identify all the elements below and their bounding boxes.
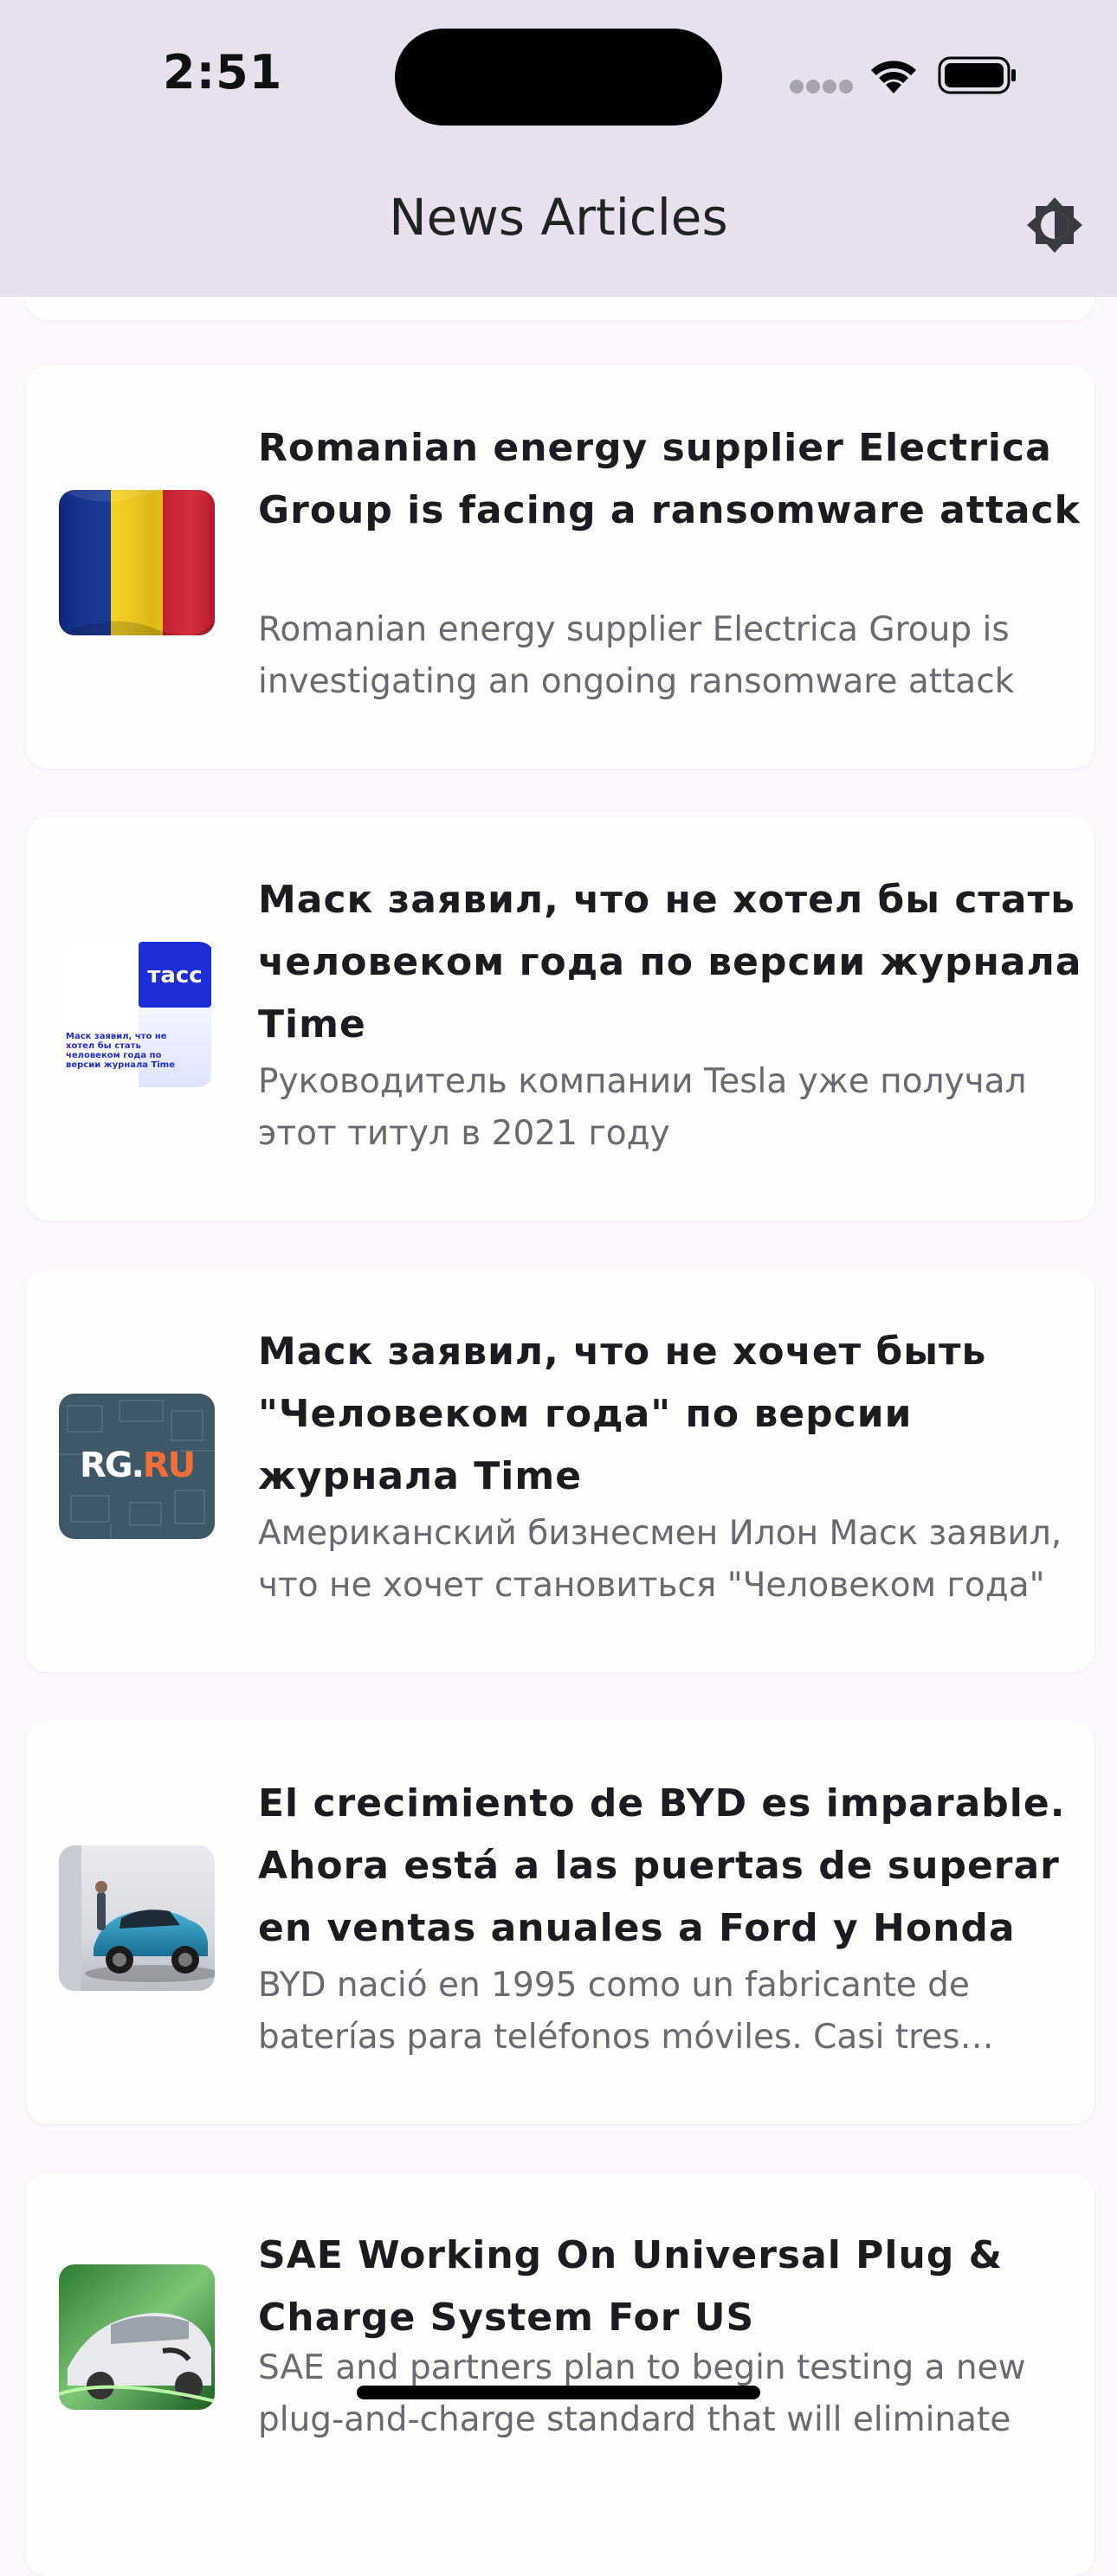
rg-logo-text: RG <box>79 1446 133 1485</box>
article-card[interactable]: SAE Working On Universal Plug & Charge S… <box>26 2173 1094 2576</box>
article-card[interactable]: Romanian energy supplier Electrica Group… <box>26 365 1094 769</box>
article-description: BYD nació en 1995 como un fabricante de … <box>258 1966 970 2057</box>
tass-logo-text: тасс <box>147 963 203 989</box>
cellular-signal-icon <box>790 80 853 93</box>
tass-logo-icon: тасс Маск заявил, что не хотел бы стать … <box>59 942 215 1087</box>
page-title: News Articles <box>389 188 728 247</box>
article-title: Маск заявил, что не хочет быть "Человеко… <box>258 1330 987 1498</box>
article-card[interactable]: RG.RU Маск заявил, что не хочет быть "Че… <box>26 1269 1094 1672</box>
article-description: Руководитель компании Tesla уже получал … <box>258 1062 1027 1153</box>
ev-charging-photo-icon <box>59 2264 215 2410</box>
theme-toggle-button[interactable] <box>1025 196 1084 254</box>
wifi-icon <box>867 54 920 95</box>
app-bar: 2:51 News Articles <box>0 0 1117 297</box>
ru-logo-text: RU <box>142 1446 196 1485</box>
romania-flag-icon <box>59 490 215 635</box>
article-list: Romanian energy supplier Electrica Group… <box>0 0 1117 2576</box>
article-title: SAE Working On Universal Plug & Charge S… <box>258 2233 1004 2340</box>
brightness-icon <box>1027 197 1082 253</box>
dynamic-island <box>395 29 722 126</box>
article-title: Маск заявил, что не хотел бы стать челов… <box>258 878 1082 1046</box>
article-description: Romanian energy supplier Electrica Group… <box>258 610 1015 701</box>
electric-car-photo-icon <box>59 1845 215 1991</box>
rg-ru-logo-icon: RG.RU <box>59 1394 215 1539</box>
status-time: 2:51 <box>163 45 283 100</box>
article-card[interactable]: тасс Маск заявил, что не хотел бы стать … <box>26 817 1094 1220</box>
article-card[interactable]: El crecimiento de BYD es imparable. Ahor… <box>26 1721 1094 2124</box>
article-title: El crecimiento de BYD es imparable. Ahor… <box>258 1781 1066 1950</box>
home-indicator[interactable] <box>357 2386 760 2399</box>
tass-caption-text: Маск заявил, что не хотел бы стать челов… <box>66 1032 175 1070</box>
battery-icon <box>938 56 1017 94</box>
article-title: Romanian energy supplier Electrica Group… <box>258 426 1081 532</box>
article-description: Американский бизнесмен Илон Маск заявил,… <box>258 1514 1062 1605</box>
